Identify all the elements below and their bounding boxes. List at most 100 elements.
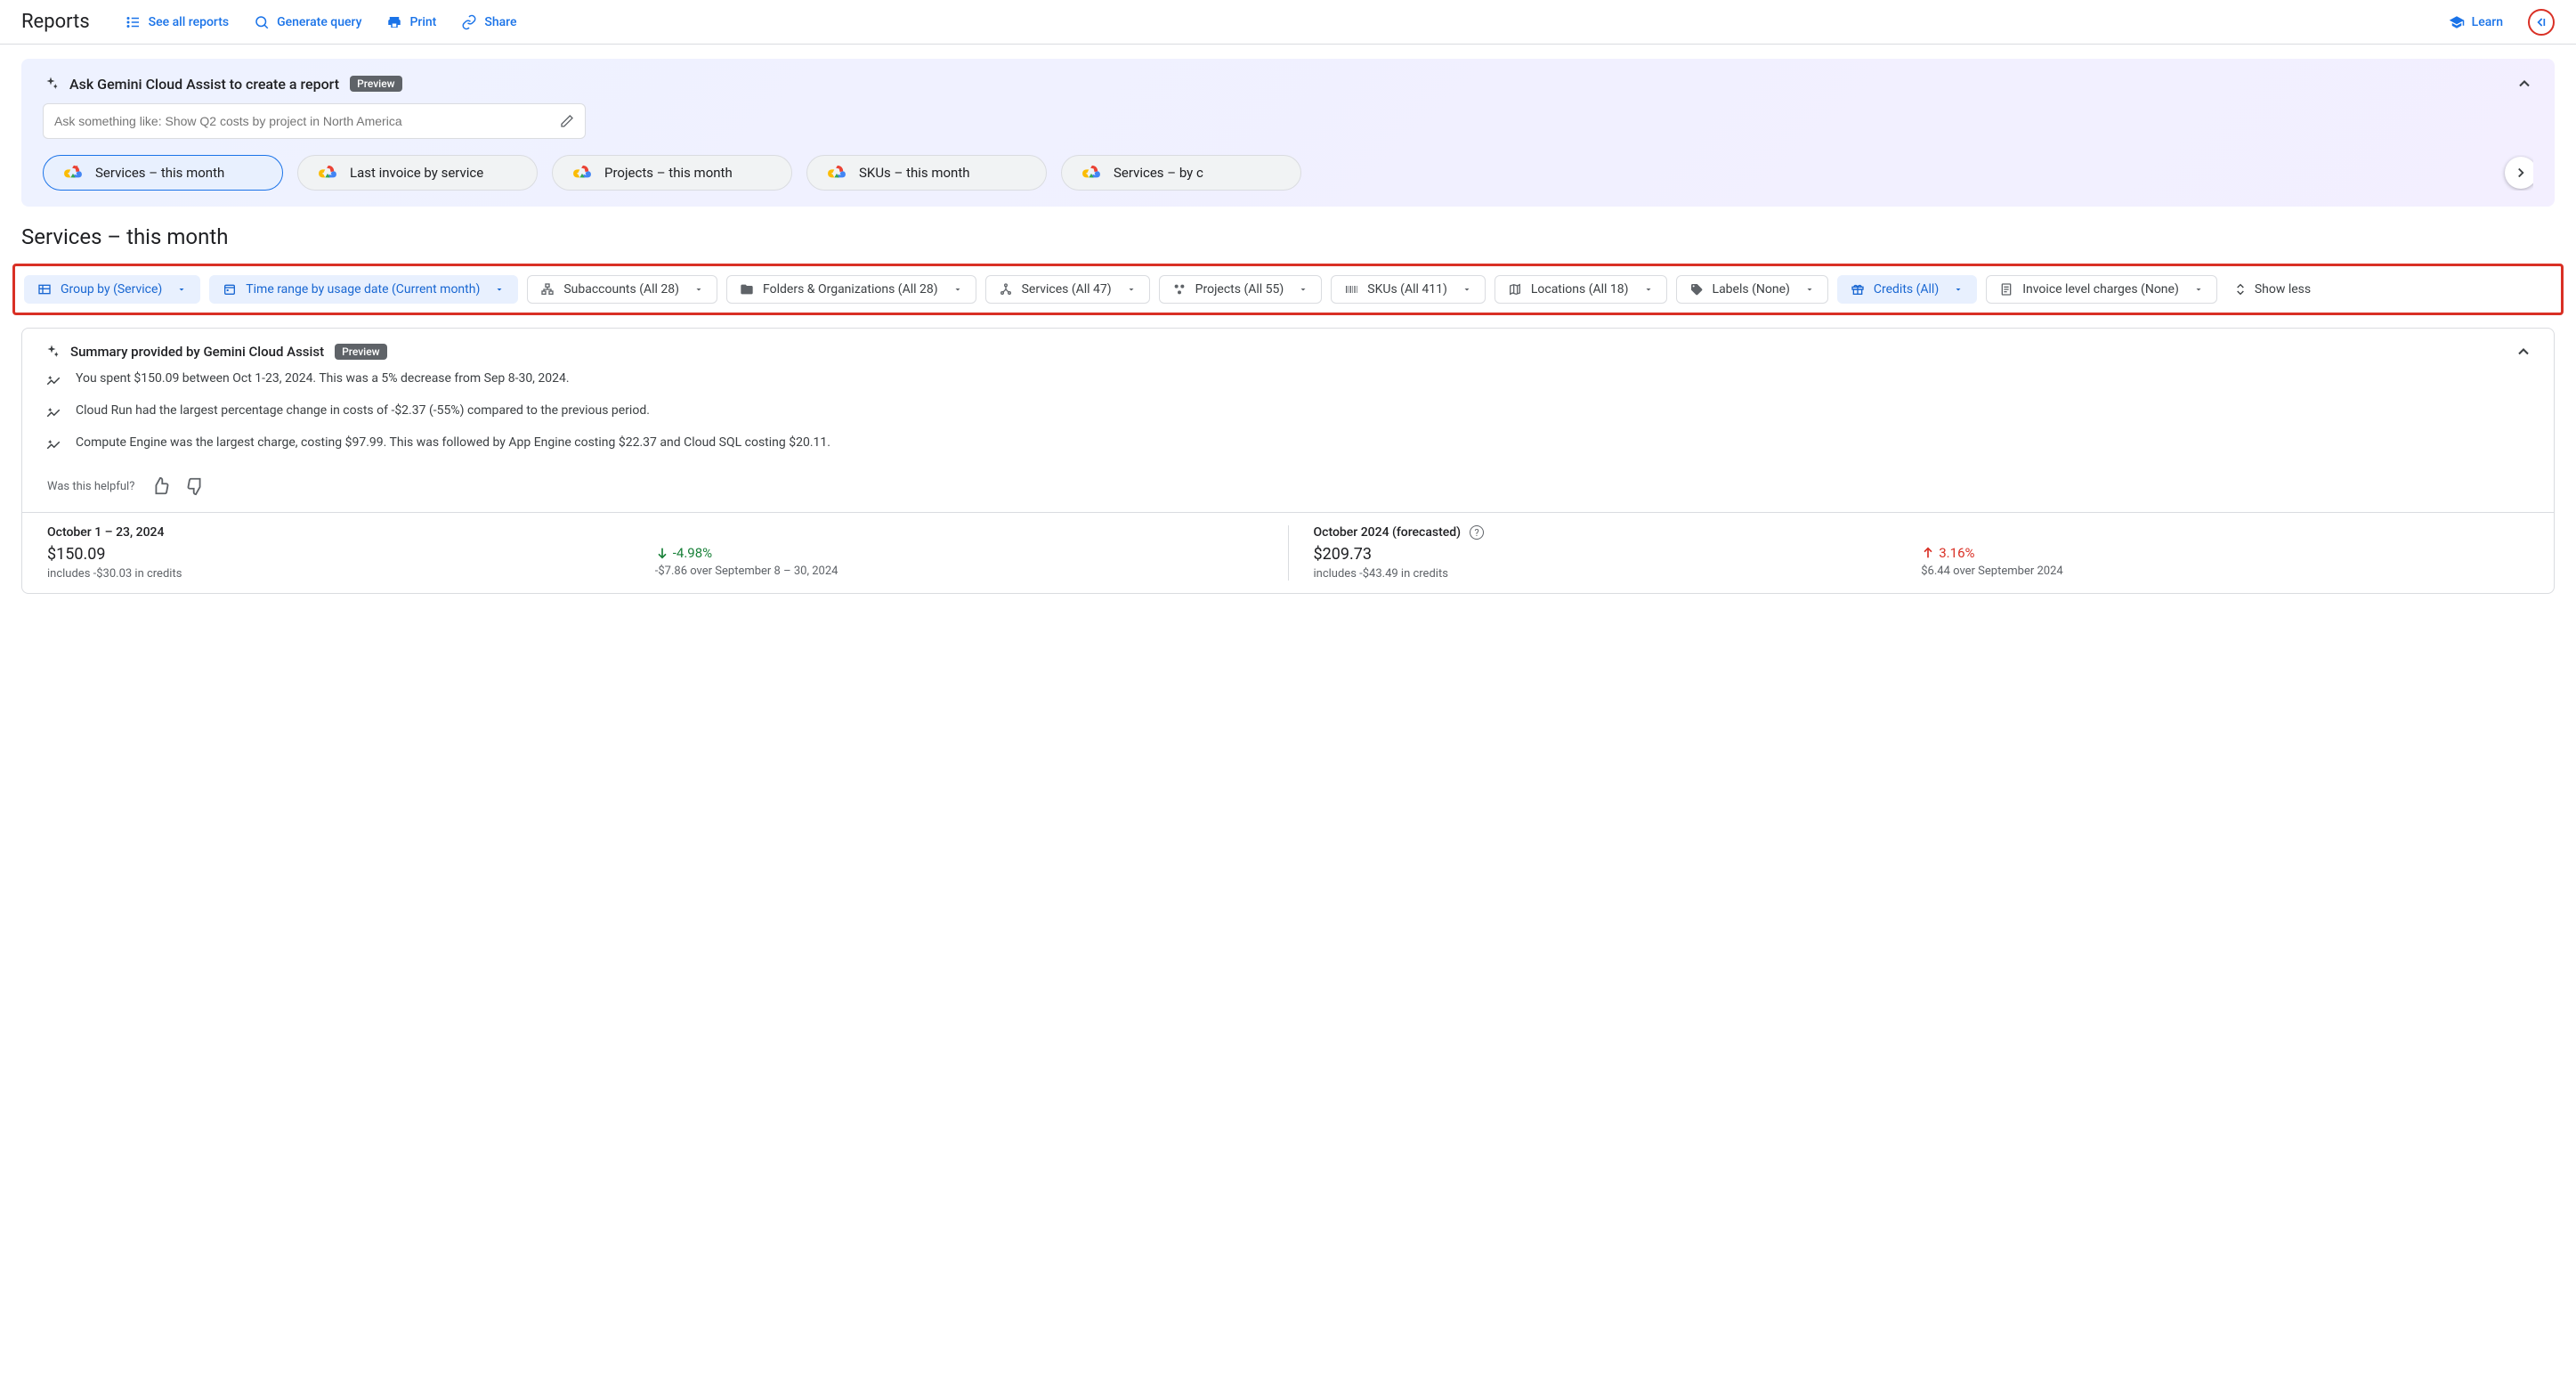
print-label: Print — [409, 15, 436, 29]
feedback-row: Was this helpful? — [22, 471, 2554, 512]
show-less-label: Show less — [2255, 282, 2311, 297]
chevron-down-icon — [693, 284, 704, 295]
help-icon[interactable]: ? — [1470, 525, 1484, 540]
chip-label: SKUs – this month — [859, 165, 970, 181]
kpi-actual-label: October 1 – 23, 2024 — [47, 525, 164, 540]
collapse-panel-button[interactable] — [2528, 9, 2555, 36]
gcloud-logo-icon — [63, 165, 83, 181]
chip-services-overflow[interactable]: Services – by c — [1061, 155, 1301, 191]
filter-skus[interactable]: SKUs (All 411) — [1331, 275, 1486, 304]
barcode-icon — [1344, 282, 1358, 297]
kpi-forecast-delta: 3.16% — [1921, 545, 2529, 561]
page-title: Reports — [21, 11, 90, 33]
filter-group-by[interactable]: Group by (Service) — [24, 275, 200, 304]
summary-card: Summary provided by Gemini Cloud Assist … — [21, 328, 2555, 594]
filter-label: Group by (Service) — [61, 282, 162, 297]
chevron-up-icon — [2515, 343, 2532, 361]
filter-label: Invoice level charges (None) — [2022, 282, 2179, 297]
link-icon — [461, 14, 477, 30]
insight-icon — [45, 405, 61, 421]
chevron-down-icon — [1804, 284, 1815, 295]
filter-locations[interactable]: Locations (All 18) — [1495, 275, 1667, 304]
filter-services[interactable]: Services (All 47) — [985, 275, 1150, 304]
insight-row: Compute Engine was the largest charge, c… — [45, 435, 2532, 453]
summary-collapse-button[interactable] — [2515, 343, 2532, 361]
gemini-prompt-input[interactable] — [54, 114, 560, 128]
insight-text: Cloud Run had the largest percentage cha… — [76, 403, 650, 418]
filter-label: Locations (All 18) — [1531, 282, 1629, 297]
collapse-icon — [2233, 282, 2248, 297]
tag-icon — [1689, 282, 1704, 297]
kpi-forecast-value: $209.73 — [1314, 545, 1922, 564]
kpi-forecast-delta-detail: $6.44 over September 2024 — [1921, 565, 2529, 578]
nodes-icon — [999, 282, 1013, 297]
chips-scroll-next-button[interactable] — [2505, 157, 2533, 189]
preview-badge: Preview — [350, 76, 402, 92]
generate-query-button[interactable]: Generate query — [254, 14, 361, 30]
hierarchy-icon — [540, 282, 555, 297]
kpi-actual-delta-value: -4.98% — [673, 545, 712, 561]
gcloud-logo-icon — [572, 165, 592, 181]
chip-last-invoice[interactable]: Last invoice by service — [297, 155, 538, 191]
map-icon — [1508, 282, 1522, 297]
filter-label: Credits (All) — [1874, 282, 1939, 297]
chevron-left-bar-icon — [2534, 15, 2548, 29]
insight-text: You spent $150.09 between Oct 1-23, 2024… — [76, 371, 570, 386]
kpi-forecast-label: October 2024 (forecasted) — [1314, 525, 1462, 540]
graduation-cap-icon — [2449, 14, 2465, 30]
filter-label: Time range by usage date (Current month) — [246, 282, 480, 297]
chevron-down-icon — [494, 284, 505, 295]
gemini-suggestion-chips: Services – this month Last invoice by se… — [43, 155, 2533, 191]
filter-label: Subaccounts (All 28) — [563, 282, 679, 297]
gemini-assist-panel: Ask Gemini Cloud Assist to create a repo… — [21, 59, 2555, 207]
filter-credits[interactable]: Credits (All) — [1837, 275, 1977, 304]
chip-label: Projects – this month — [604, 165, 733, 181]
filter-folders[interactable]: Folders & Organizations (All 28) — [726, 275, 976, 304]
chevron-down-icon — [176, 284, 187, 295]
gemini-header: Ask Gemini Cloud Assist to create a repo… — [43, 75, 2533, 93]
gcloud-logo-icon — [827, 165, 847, 181]
folder-icon — [740, 282, 754, 297]
report-title: Services – this month — [21, 224, 2555, 249]
kpi-grid: October 1 – 23, 2024 $150.09 includes -$… — [22, 512, 2554, 593]
arrow-down-icon — [655, 546, 669, 560]
table-icon — [37, 282, 52, 297]
chip-services-this-month[interactable]: Services – this month — [43, 155, 283, 191]
filter-labels[interactable]: Labels (None) — [1676, 275, 1828, 304]
preview-badge: Preview — [335, 344, 387, 360]
calendar-icon — [223, 282, 237, 297]
share-button[interactable]: Share — [461, 14, 516, 30]
edit-icon[interactable] — [560, 114, 574, 128]
chevron-down-icon — [1953, 284, 1964, 295]
document-icon — [1999, 282, 2013, 297]
thumbs-up-button[interactable] — [150, 476, 170, 496]
gcloud-logo-icon — [1081, 165, 1101, 181]
summary-header: Summary provided by Gemini Cloud Assist … — [22, 329, 2554, 371]
kpi-actual-value: $150.09 — [47, 545, 655, 564]
chip-projects-this-month[interactable]: Projects – this month — [552, 155, 792, 191]
filter-label: Projects (All 55) — [1195, 282, 1284, 297]
chip-skus-this-month[interactable]: SKUs – this month — [806, 155, 1047, 191]
print-button[interactable]: Print — [386, 14, 436, 30]
filter-label: Services (All 47) — [1022, 282, 1112, 297]
filter-subaccounts[interactable]: Subaccounts (All 28) — [527, 275, 717, 304]
gemini-collapse-button[interactable] — [2515, 75, 2533, 93]
kpi-actual: October 1 – 23, 2024 $150.09 includes -$… — [22, 525, 1288, 581]
gemini-title: Ask Gemini Cloud Assist to create a repo… — [69, 76, 339, 93]
thumbs-down-icon — [186, 476, 206, 496]
see-all-reports-button[interactable]: See all reports — [126, 14, 229, 30]
filter-time-range[interactable]: Time range by usage date (Current month) — [209, 275, 518, 304]
filter-label: SKUs (All 411) — [1367, 282, 1447, 297]
kpi-actual-credits: includes -$30.03 in credits — [47, 567, 655, 581]
gcloud-logo-icon — [318, 165, 337, 181]
show-less-button[interactable]: Show less — [2233, 282, 2311, 297]
kpi-forecast-credits: includes -$43.49 in credits — [1314, 567, 1922, 581]
insight-icon — [45, 373, 61, 389]
filter-invoice-charges[interactable]: Invoice level charges (None) — [1986, 275, 2217, 304]
kpi-forecast: October 2024 (forecasted) ? $209.73 incl… — [1288, 525, 2555, 581]
gemini-input-container[interactable] — [43, 103, 586, 139]
filter-projects[interactable]: Projects (All 55) — [1159, 275, 1323, 304]
learn-label: Learn — [2472, 15, 2503, 29]
thumbs-down-button[interactable] — [186, 476, 206, 496]
learn-button[interactable]: Learn — [2449, 14, 2503, 30]
